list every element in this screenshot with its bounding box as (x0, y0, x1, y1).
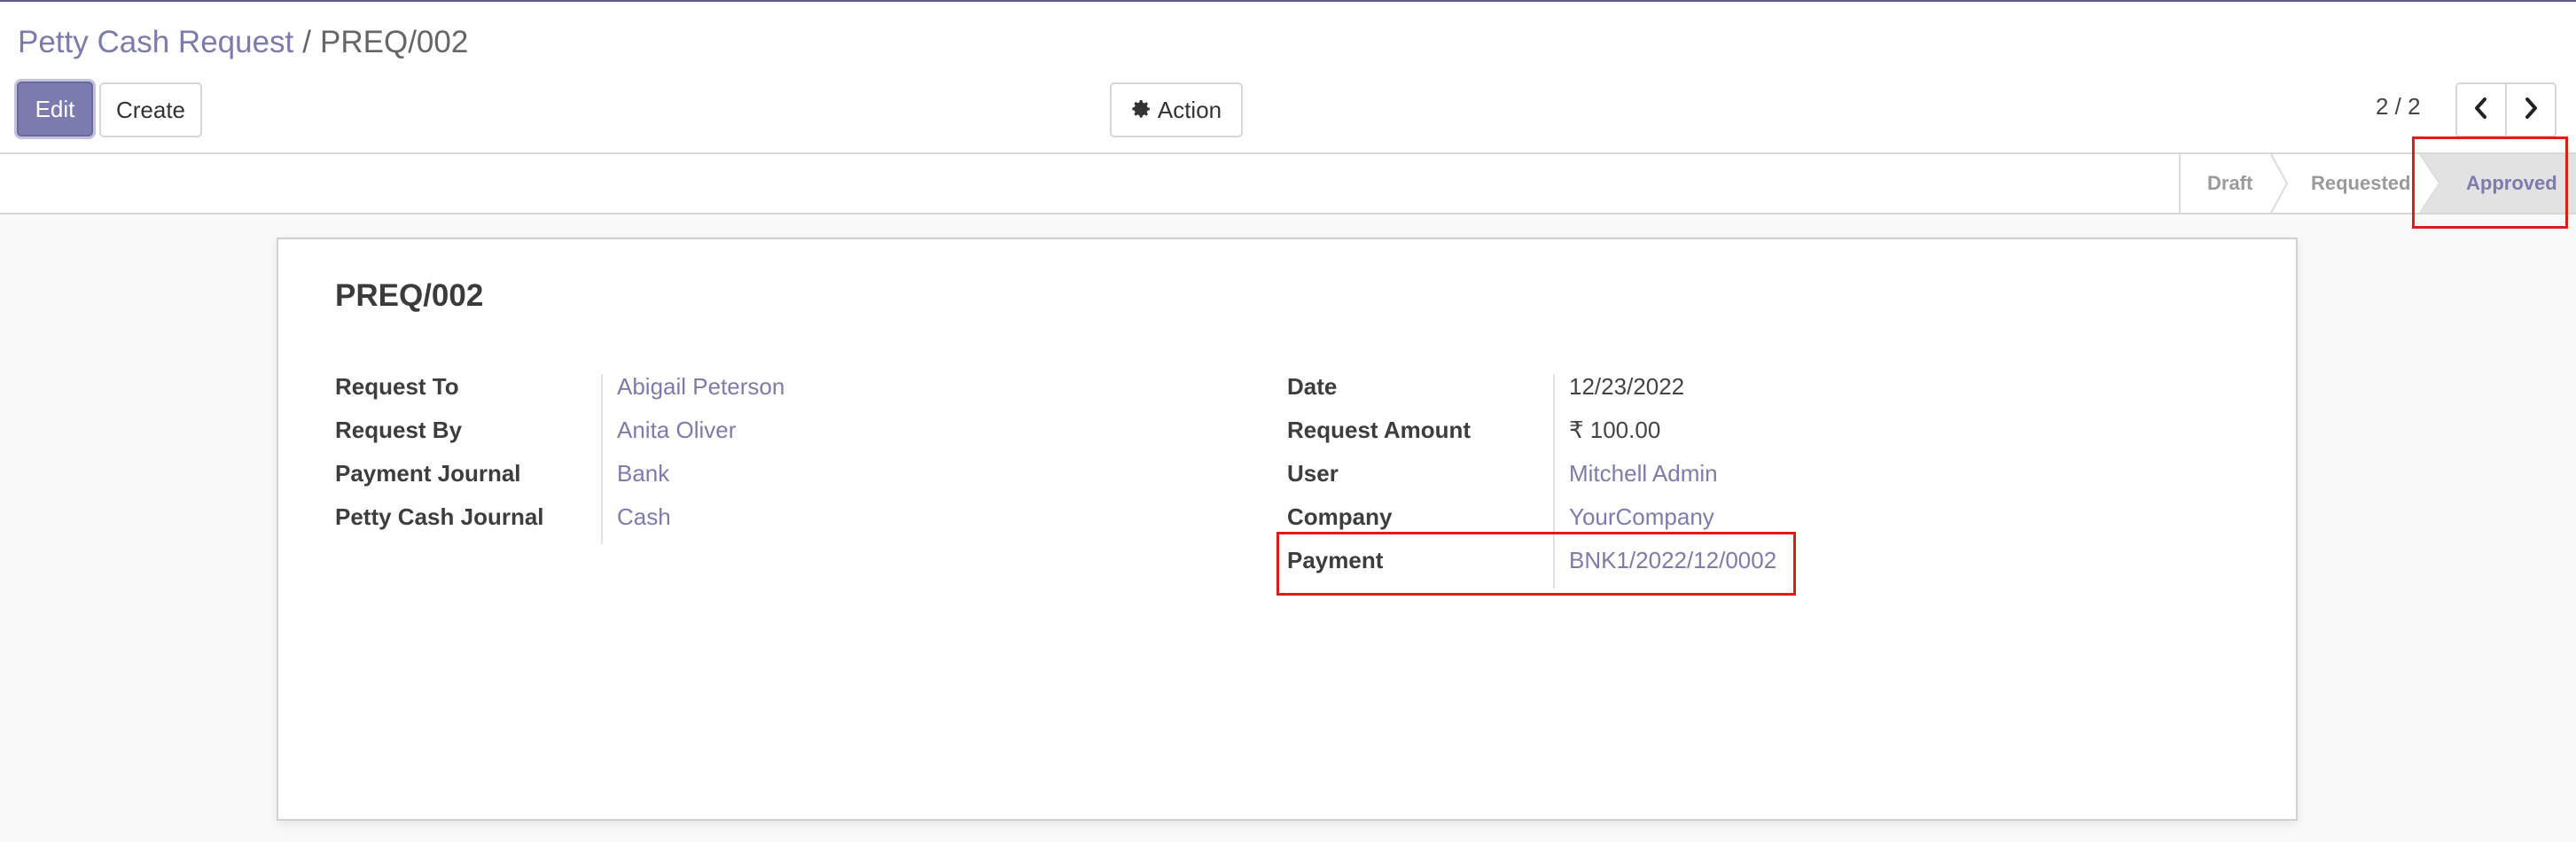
control-panel: Petty Cash Request / PREQ/002 Edit Create … (0, 2, 2576, 154)
breadcrumb: Petty Cash Request / PREQ/002 (18, 21, 468, 64)
value-request-to[interactable]: Abigail Peterson (617, 370, 785, 402)
value-date: 12/23/2022 (1569, 373, 1685, 400)
record-title: PREQ/002 (335, 278, 484, 313)
chevron-left-icon (2471, 97, 2491, 124)
status-bar: Draft Requested (0, 154, 2576, 214)
create-button[interactable]: Create (99, 82, 202, 137)
value-request-amount: ₹ 100.00 (1569, 417, 1661, 443)
pager-value[interactable]: 2 / 2 (2376, 89, 2421, 124)
label-date: Date (1287, 373, 1338, 400)
breadcrumb-parent-link[interactable]: Petty Cash Request (18, 25, 293, 59)
value-payment-journal[interactable]: Bank (617, 457, 669, 489)
breadcrumb-separator: / (302, 25, 312, 59)
value-payment[interactable]: BNK1/2022/12/0002 (1569, 544, 1776, 576)
stage-requested[interactable]: Requested (2311, 154, 2410, 213)
breadcrumb-current: PREQ/002 (320, 25, 469, 59)
action-button[interactable]: Action (1110, 82, 1243, 137)
stage-arrow-approved (2420, 154, 2441, 213)
stage-approved[interactable]: Approved (2466, 154, 2557, 213)
label-payment-journal: Payment Journal (335, 460, 521, 487)
right-group-divider (1553, 374, 1555, 589)
value-company[interactable]: YourCompany (1569, 501, 1714, 533)
label-request-to: Request To (335, 373, 459, 400)
action-label: Action (1157, 97, 1222, 123)
status-stages: Draft Requested (2179, 154, 2410, 213)
stage-draft[interactable]: Draft (2207, 154, 2252, 213)
label-payment: Payment (1287, 547, 1384, 573)
gear-icon (1131, 86, 1152, 137)
stage-separator-arrow (2270, 154, 2289, 213)
left-group-divider (601, 374, 603, 544)
pager-previous-button[interactable] (2455, 82, 2507, 137)
value-user[interactable]: Mitchell Admin (1569, 457, 1718, 489)
label-request-by: Request By (335, 417, 463, 443)
label-company: Company (1287, 503, 1393, 530)
edit-button[interactable]: Edit (17, 82, 93, 136)
value-petty-cash-journal[interactable]: Cash (617, 501, 671, 533)
form-sheet: PREQ/002 Request To Abigail Peterson Req… (277, 238, 2298, 821)
label-user: User (1287, 460, 1339, 487)
label-request-amount: Request Amount (1287, 417, 1471, 443)
pager-next-button[interactable] (2505, 82, 2556, 137)
label-petty-cash-journal: Petty Cash Journal (335, 503, 544, 530)
value-request-by[interactable]: Anita Oliver (617, 414, 736, 446)
chevron-right-icon (2521, 97, 2541, 124)
